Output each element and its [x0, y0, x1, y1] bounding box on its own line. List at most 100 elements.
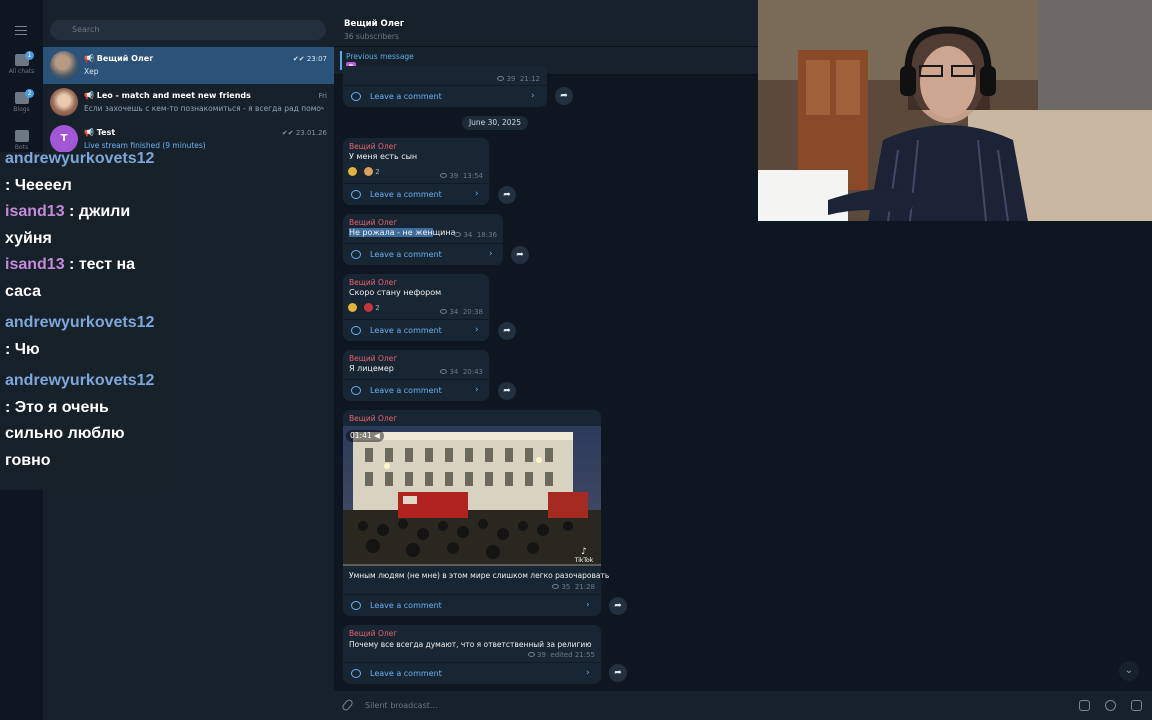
video-progress[interactable]: [343, 564, 601, 566]
star-icon: [348, 303, 357, 312]
message-meta: 34 18:36: [454, 231, 497, 239]
date-divider: June 30, 2025: [462, 116, 528, 130]
double-check-icon: ✔✔: [292, 55, 307, 63]
composer-input[interactable]: Silent broadcast...: [365, 701, 438, 710]
webcam-overlay: [758, 0, 1152, 221]
message-time: 20:38: [462, 308, 483, 316]
share-button[interactable]: ➦: [498, 322, 516, 340]
search-input[interactable]: Search: [50, 20, 326, 40]
leave-comment-button[interactable]: Leave a comment ›: [343, 319, 489, 341]
message-time: 21:28: [574, 583, 595, 591]
stream-message: isand13 : тест на саса: [5, 252, 166, 305]
reactions: 2: [348, 166, 383, 178]
message-time: 13:54: [462, 172, 483, 180]
folder-label: Blogs: [13, 106, 30, 113]
folder-all-chats[interactable]: 1 All chats: [0, 51, 43, 75]
eye-icon: [454, 232, 462, 237]
mute-icon[interactable]: ◀: [374, 431, 380, 440]
chat-preview: Live stream finished (9 minutes): [84, 141, 206, 150]
share-arrow-icon: ➦: [614, 601, 622, 611]
emoji-icon[interactable]: [1105, 700, 1116, 711]
folder-bots[interactable]: Bots: [0, 130, 43, 151]
scroll-down-button[interactable]: ⌄: [1119, 661, 1139, 681]
comment-bubble-icon: [351, 601, 361, 610]
selected-text[interactable]: Не рожала - не жен: [349, 228, 433, 237]
eye-icon: [440, 173, 448, 178]
leave-comment-button[interactable]: Leave a comment ›: [343, 662, 601, 684]
folder-blogs[interactable]: 2 Blogs: [0, 89, 43, 113]
eye-icon: [497, 76, 505, 81]
video-attachment[interactable]: 01:41 ◀ ♪ TikTok: [343, 426, 601, 566]
message-time: 20:43: [462, 368, 483, 376]
channel-title: Вещий Олег: [344, 19, 405, 29]
chevron-right-icon: ›: [531, 91, 535, 101]
message-text: Скоро стану нефором: [349, 288, 442, 297]
channel-header[interactable]: Вещий Олег 36 subscribers: [334, 0, 758, 47]
message-text: У меня есть сын: [349, 152, 418, 161]
comment-bubble-icon: [351, 386, 361, 395]
share-button[interactable]: ➦: [555, 87, 573, 105]
channel-subscribers: 36 subscribers: [344, 32, 399, 41]
pinned-indicator: [340, 51, 342, 70]
stream-message: isand13 : джили хуйня: [5, 199, 166, 252]
stream-username: isand13: [5, 256, 65, 273]
eye-icon: [552, 584, 560, 589]
leave-comment-button[interactable]: Leave a comment ›: [343, 85, 547, 107]
leave-comment-button[interactable]: Leave a comment ›: [343, 243, 503, 265]
reaction-ladybug[interactable]: 2: [364, 302, 380, 314]
share-arrow-icon: ➦: [503, 190, 511, 200]
leave-comment-button[interactable]: Leave a comment ›: [343, 379, 489, 401]
chevron-right-icon: ›: [475, 385, 479, 395]
message-bubble: Вещий Олег Почему все всегда думают, что…: [343, 625, 601, 684]
chevron-right-icon: ›: [489, 249, 493, 259]
comment-label: Leave a comment: [370, 326, 442, 335]
paperclip-icon[interactable]: [340, 698, 355, 712]
message-text: Почему все всегда думают, что я ответств…: [349, 640, 592, 649]
reaction-thinking[interactable]: 2: [364, 166, 380, 178]
share-arrow-icon: ➦: [516, 250, 524, 260]
message-bubble: Вещий Олег У меня есть сын 2 39 13:54 Le…: [343, 138, 489, 205]
unread-badge: 2: [25, 89, 34, 98]
double-check-icon: ✔✔: [281, 129, 296, 137]
thinking-face-icon: [364, 167, 374, 176]
message-bubble: Вещий Олег Не рожала - не женщина 34 18:…: [343, 214, 503, 265]
message-meta: 35 21:28: [552, 583, 595, 591]
message-author: Вещий Олег: [349, 629, 398, 638]
tiktok-watermark: TikTok: [574, 557, 594, 564]
stream-line: isand13 : тест на: [5, 252, 166, 279]
share-button[interactable]: ➦: [609, 664, 627, 682]
stream-line: isand13 : джили: [5, 199, 166, 226]
stream-text-part2: сильно люблю: [5, 425, 125, 442]
share-button[interactable]: ➦: [609, 597, 627, 615]
chat-background: [758, 221, 1152, 691]
leave-comment-button[interactable]: Leave a comment ›: [343, 594, 601, 616]
pinned-label: Previous message: [346, 52, 414, 61]
share-button[interactable]: ➦: [511, 246, 529, 264]
comment-label: Leave a comment: [370, 190, 442, 199]
stream-message: andrewyurkovets12 : Это я очень сильно л…: [5, 368, 166, 474]
reaction-star[interactable]: [348, 166, 359, 178]
stream-text-part1: : джили: [64, 203, 131, 220]
chat-item-leo[interactable]: 📢 Leo - match and meet new friends Если …: [43, 84, 334, 121]
bell-off-icon[interactable]: [1079, 700, 1090, 711]
leave-comment-button[interactable]: Leave a comment ›: [343, 183, 489, 205]
stream-text: : Чю: [5, 340, 40, 358]
share-button[interactable]: ➦: [498, 186, 516, 204]
comment-label: Leave a comment: [370, 669, 442, 678]
stream-username: andrewyurkovets12: [5, 372, 155, 389]
comment-bubble-icon: [351, 669, 361, 678]
camera-icon[interactable]: [1131, 700, 1142, 711]
stream-text-part2: хуйня: [5, 229, 52, 247]
hamburger-icon[interactable]: [15, 26, 27, 35]
comment-bubble-icon: [351, 92, 361, 101]
chevron-down-icon: ⌄: [1124, 665, 1134, 676]
chat-name: 📢 Leo - match and meet new friends: [84, 91, 251, 100]
stream-text-part2: саса: [5, 282, 41, 300]
view-count: 34: [449, 368, 459, 376]
chat-item-veshchiy-oleg[interactable]: 📢 Вещий Олег Хер ✔✔ 23:07: [43, 47, 334, 84]
reaction-star[interactable]: [348, 302, 359, 314]
message-text-rest: щина: [432, 228, 456, 237]
share-button[interactable]: ➦: [498, 382, 516, 400]
message-text: Умным людям (не мне) в этом мире слишком…: [349, 571, 610, 580]
avatar: T: [50, 125, 78, 153]
